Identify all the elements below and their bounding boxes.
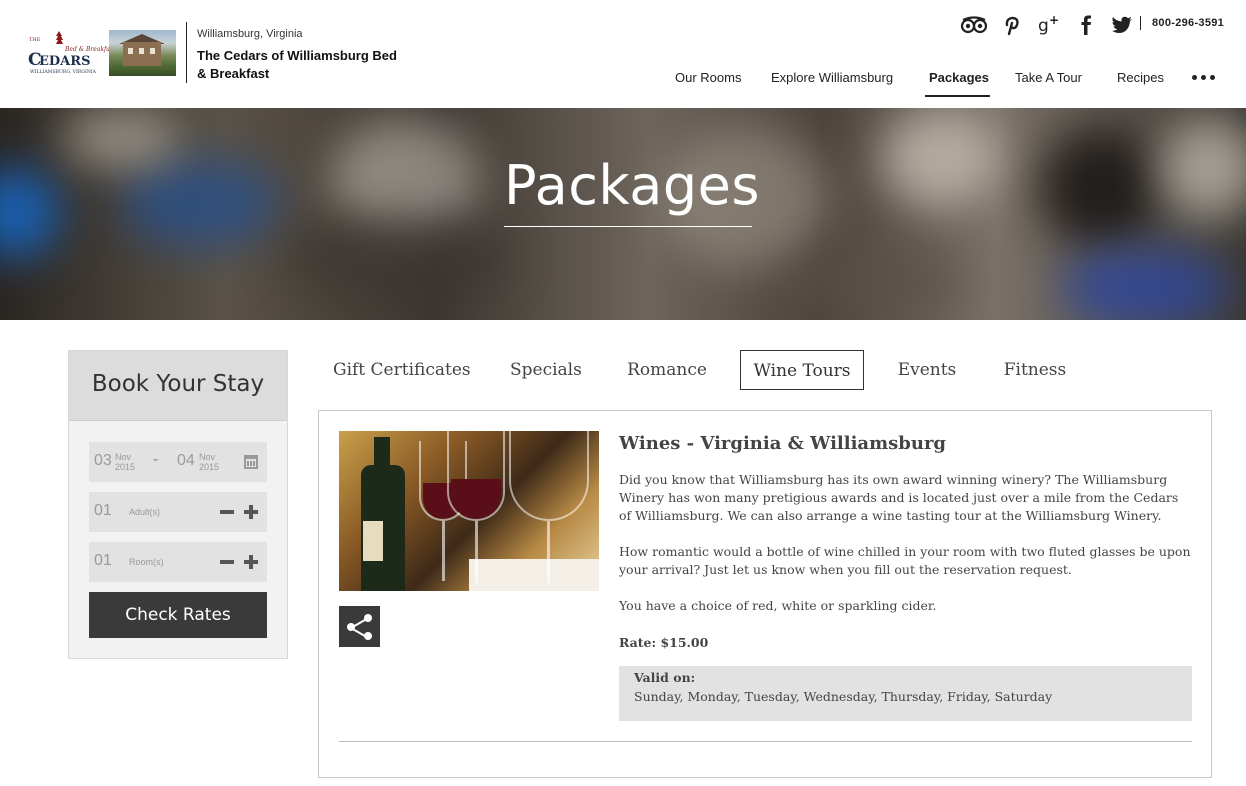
booking-widget: Book Your Stay 03 Nov 2015 - 04 Nov 2015… <box>68 350 288 659</box>
date-range-field[interactable]: 03 Nov 2015 - 04 Nov 2015 <box>89 442 267 482</box>
phone-number[interactable]: 800-296-3591 <box>1152 17 1224 29</box>
tab-romance[interactable]: Romance <box>627 350 707 390</box>
logo[interactable]: THE Bed & Breakfast C EDARS WILLIAMSBURG… <box>27 30 177 76</box>
svg-text:g: g <box>1038 16 1049 36</box>
calendar-icon[interactable] <box>244 455 258 469</box>
title-underline <box>504 226 752 227</box>
package-description-1: Did you know that Williamsburg has its o… <box>619 472 1179 523</box>
package-description-3: You have a choice of red, white or spark… <box>619 598 937 613</box>
rooms-label: Room(s) <box>129 557 164 567</box>
tripadvisor-icon[interactable] <box>960 14 988 36</box>
logo-house-photo <box>109 30 176 76</box>
adults-value: 01 <box>94 502 112 519</box>
tab-fitness[interactable]: Fitness <box>1003 350 1067 390</box>
checkout-month: Nov <box>199 452 216 462</box>
svg-text:+: + <box>1049 14 1059 27</box>
hero-banner: Packages <box>0 108 1246 320</box>
nav-recipes[interactable]: Recipes <box>1117 70 1164 97</box>
svg-text:THE: THE <box>29 37 41 43</box>
date-separator: - <box>153 451 159 468</box>
check-rates-button[interactable]: Check Rates <box>89 592 267 638</box>
more-dots-icon[interactable] <box>1191 70 1217 84</box>
checkin-month: Nov <box>115 452 132 462</box>
checkout-year: 2015 <box>199 462 220 472</box>
valid-label: Valid on: <box>634 670 696 685</box>
checkin-year: 2015 <box>115 462 136 472</box>
twitter-icon[interactable] <box>1111 14 1137 36</box>
booking-title: Book Your Stay <box>91 371 265 397</box>
checkin-day: 03 <box>94 452 112 469</box>
nav-take-a-tour[interactable]: Take A Tour <box>1015 70 1082 97</box>
header-divider <box>186 22 187 83</box>
pinterest-icon[interactable] <box>1003 14 1029 36</box>
panel-divider <box>339 741 1192 742</box>
package-description-2: How romantic would a bottle of wine chil… <box>619 544 1191 577</box>
adults-label: Adult(s) <box>129 507 161 517</box>
facebook-icon[interactable] <box>1078 14 1104 36</box>
google-plus-icon[interactable]: g + <box>1038 13 1064 36</box>
nav-packages[interactable]: Packages <box>925 70 990 97</box>
tab-specials[interactable]: Specials <box>510 350 582 390</box>
rooms-value: 01 <box>94 552 112 569</box>
tab-wine-tours[interactable]: Wine Tours <box>740 350 864 390</box>
phone-divider <box>1140 16 1141 30</box>
adults-minus-icon[interactable] <box>220 510 234 514</box>
package-rate: Rate: $15.00 <box>619 635 709 650</box>
svg-text:Bed & Breakfast: Bed & Breakfast <box>64 46 109 53</box>
booking-header: Book Your Stay <box>69 351 287 421</box>
nav-explore-williamsburg[interactable]: Explore Williamsburg <box>771 70 893 97</box>
wine-photo <box>339 431 599 591</box>
rooms-minus-icon[interactable] <box>220 560 234 564</box>
site-header: THE Bed & Breakfast C EDARS WILLIAMSBURG… <box>0 0 1246 108</box>
tab-events[interactable]: Events <box>897 350 957 390</box>
valid-days-box: Valid on: Sunday, Monday, Tuesday, Wedne… <box>619 666 1192 721</box>
svg-text:WILLIAMSBURG, VIRGINIA: WILLIAMSBURG, VIRGINIA <box>30 69 97 75</box>
package-panel: Wines - Virginia & Williamsburg Did you … <box>318 410 1212 778</box>
page-title: Packages <box>504 154 760 217</box>
cedars-logo-text: THE Bed & Breakfast C EDARS WILLIAMSBURG… <box>28 31 109 75</box>
location-text: Williamsburg, Virginia <box>197 28 303 40</box>
adults-stepper: 01 Adult(s) <box>89 492 267 532</box>
site-name[interactable]: The Cedars of Williamsburg Bed & Breakfa… <box>197 47 402 83</box>
tab-gift-certificates[interactable]: Gift Certificates <box>333 350 471 390</box>
share-icon[interactable] <box>339 606 380 647</box>
rooms-stepper: 01 Room(s) <box>89 542 267 582</box>
checkout-day: 04 <box>177 452 195 469</box>
valid-days: Sunday, Monday, Tuesday, Wednesday, Thur… <box>634 689 1053 704</box>
svg-text:EDARS: EDARS <box>39 54 90 69</box>
package-title: Wines - Virginia & Williamsburg <box>619 433 947 454</box>
nav-our-rooms[interactable]: Our Rooms <box>675 70 741 97</box>
